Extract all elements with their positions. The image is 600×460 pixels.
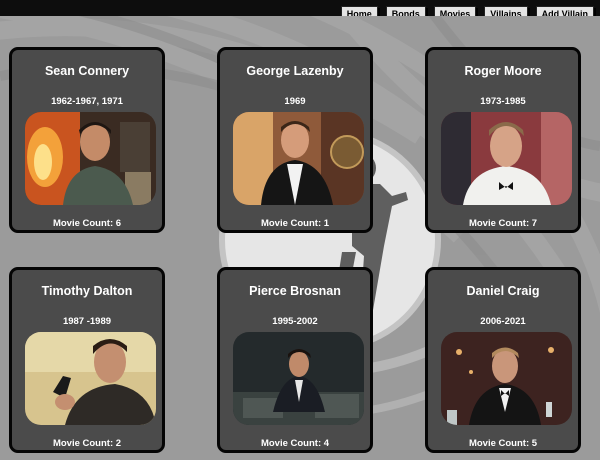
actor-card[interactable]: Pierce Brosnan 1995-2002 Movie Count: 4	[217, 267, 373, 453]
actor-years: 1995-2002	[272, 316, 318, 327]
actor-photo	[441, 112, 572, 205]
actor-card[interactable]: Timothy Dalton 1987 -1989 Movie Count: 2	[9, 267, 165, 453]
actor-name: Sean Connery	[44, 64, 130, 78]
actor-movie-count: Movie Count: 6	[52, 218, 122, 229]
actor-name: Timothy Dalton	[41, 284, 133, 298]
actor-movie-count: Movie Count: 1	[260, 218, 330, 229]
actor-photo	[233, 112, 364, 205]
actor-movie-count: Movie Count: 7	[468, 218, 538, 229]
actor-movie-count: Movie Count: 4	[260, 438, 330, 449]
actor-name: Roger Moore	[464, 64, 542, 78]
actor-years: 1973-1985	[480, 96, 526, 107]
actor-years: 1969	[284, 96, 306, 107]
actor-photo	[25, 112, 156, 205]
actor-card[interactable]: George Lazenby 1969 Movie Count: 1	[217, 47, 373, 233]
actor-years: 2006-2021	[480, 316, 526, 327]
actor-photo	[25, 332, 156, 425]
actor-photo	[441, 332, 572, 425]
actor-name: George Lazenby	[246, 64, 344, 78]
actor-name: Pierce Brosnan	[249, 284, 341, 298]
actor-photo	[233, 332, 364, 425]
actor-years: 1987 -1989	[62, 316, 112, 327]
actor-card[interactable]: Daniel Craig 2006-2021 Movie Count: 5	[425, 267, 581, 453]
actor-card[interactable]: Roger Moore 1973-1985 Movie Count: 7	[425, 47, 581, 233]
actor-card[interactable]: Sean Connery 1962-1967, 1971 Movie Count…	[9, 47, 165, 233]
actor-movie-count: Movie Count: 5	[468, 438, 538, 449]
actor-name: Daniel Craig	[466, 284, 540, 298]
actor-years: 1962-1967, 1971	[51, 96, 123, 107]
actor-movie-count: Movie Count: 2	[52, 438, 122, 449]
